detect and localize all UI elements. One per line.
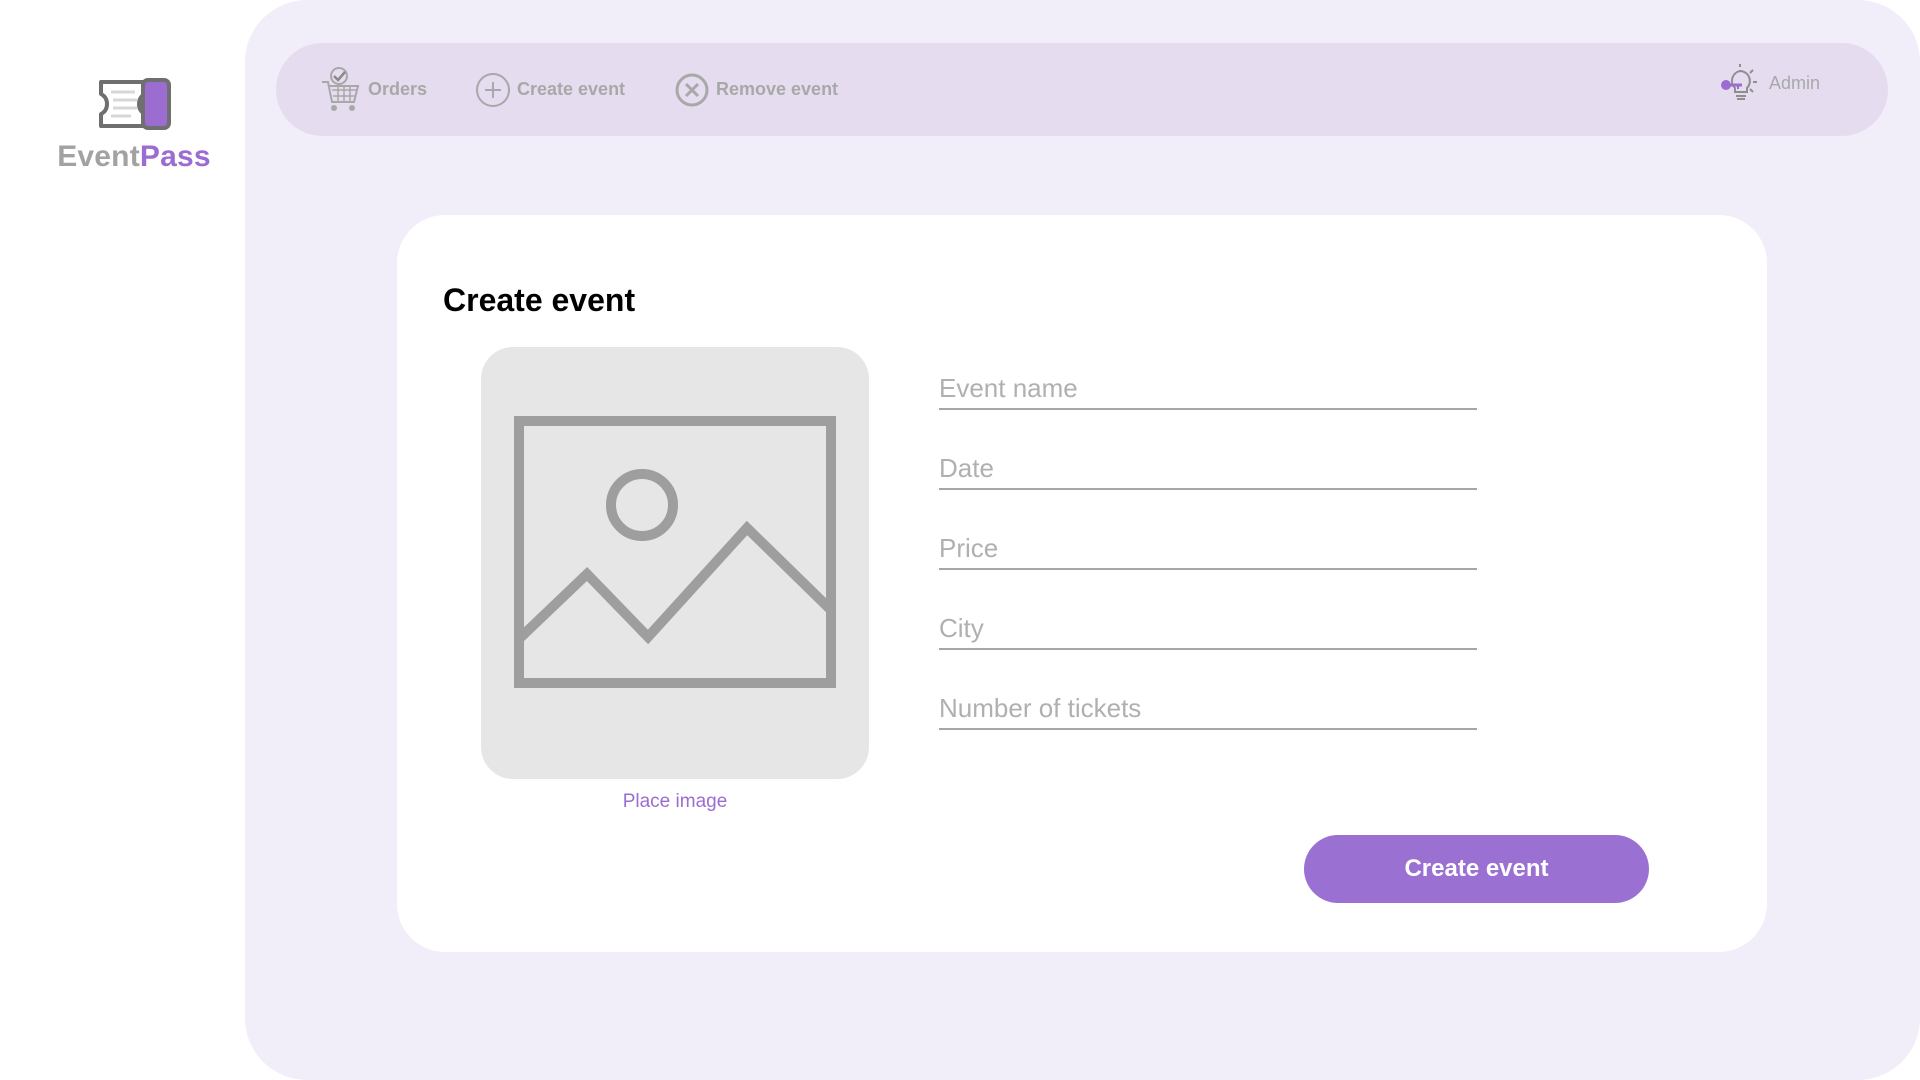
nav-create-event-label: Create event — [517, 79, 626, 99]
nav-orders-label: Orders — [368, 79, 428, 99]
tickets-input[interactable] — [939, 688, 1477, 730]
top-navigation-bar: Orders Create event Remove event Admin — [276, 43, 1888, 136]
nav-create-event[interactable]: Create event — [475, 43, 625, 136]
nav-admin[interactable]: Admin — [1717, 37, 1820, 130]
image-icon — [514, 416, 836, 688]
event-name-input[interactable] — [939, 368, 1477, 410]
page-title: Create event — [443, 282, 636, 318]
nav-admin-label: Admin — [1768, 73, 1820, 93]
brand-name-part2: Pass — [139, 140, 211, 173]
ticket-icon — [99, 78, 171, 130]
date-input[interactable] — [939, 448, 1477, 490]
create-event-button[interactable]: Create event — [1304, 835, 1649, 903]
x-circle-icon — [674, 72, 710, 108]
lightbulb-key-icon — [1717, 61, 1763, 107]
place-image-link[interactable]: Place image — [481, 791, 869, 813]
nav-remove-event[interactable]: Remove event — [674, 43, 838, 136]
city-input[interactable] — [939, 608, 1477, 650]
brand: EventPass — [40, 78, 228, 174]
create-event-card: Create event Place image Create event — [397, 215, 1767, 952]
brand-name: EventPass — [40, 140, 228, 174]
price-input[interactable] — [939, 528, 1477, 570]
plus-circle-icon — [475, 72, 511, 108]
nav-orders[interactable]: Orders — [320, 43, 427, 136]
image-upload-area[interactable] — [481, 347, 869, 779]
cart-icon — [320, 66, 362, 114]
brand-name-part1: Event — [57, 140, 140, 173]
nav-remove-event-label: Remove event — [716, 79, 839, 99]
